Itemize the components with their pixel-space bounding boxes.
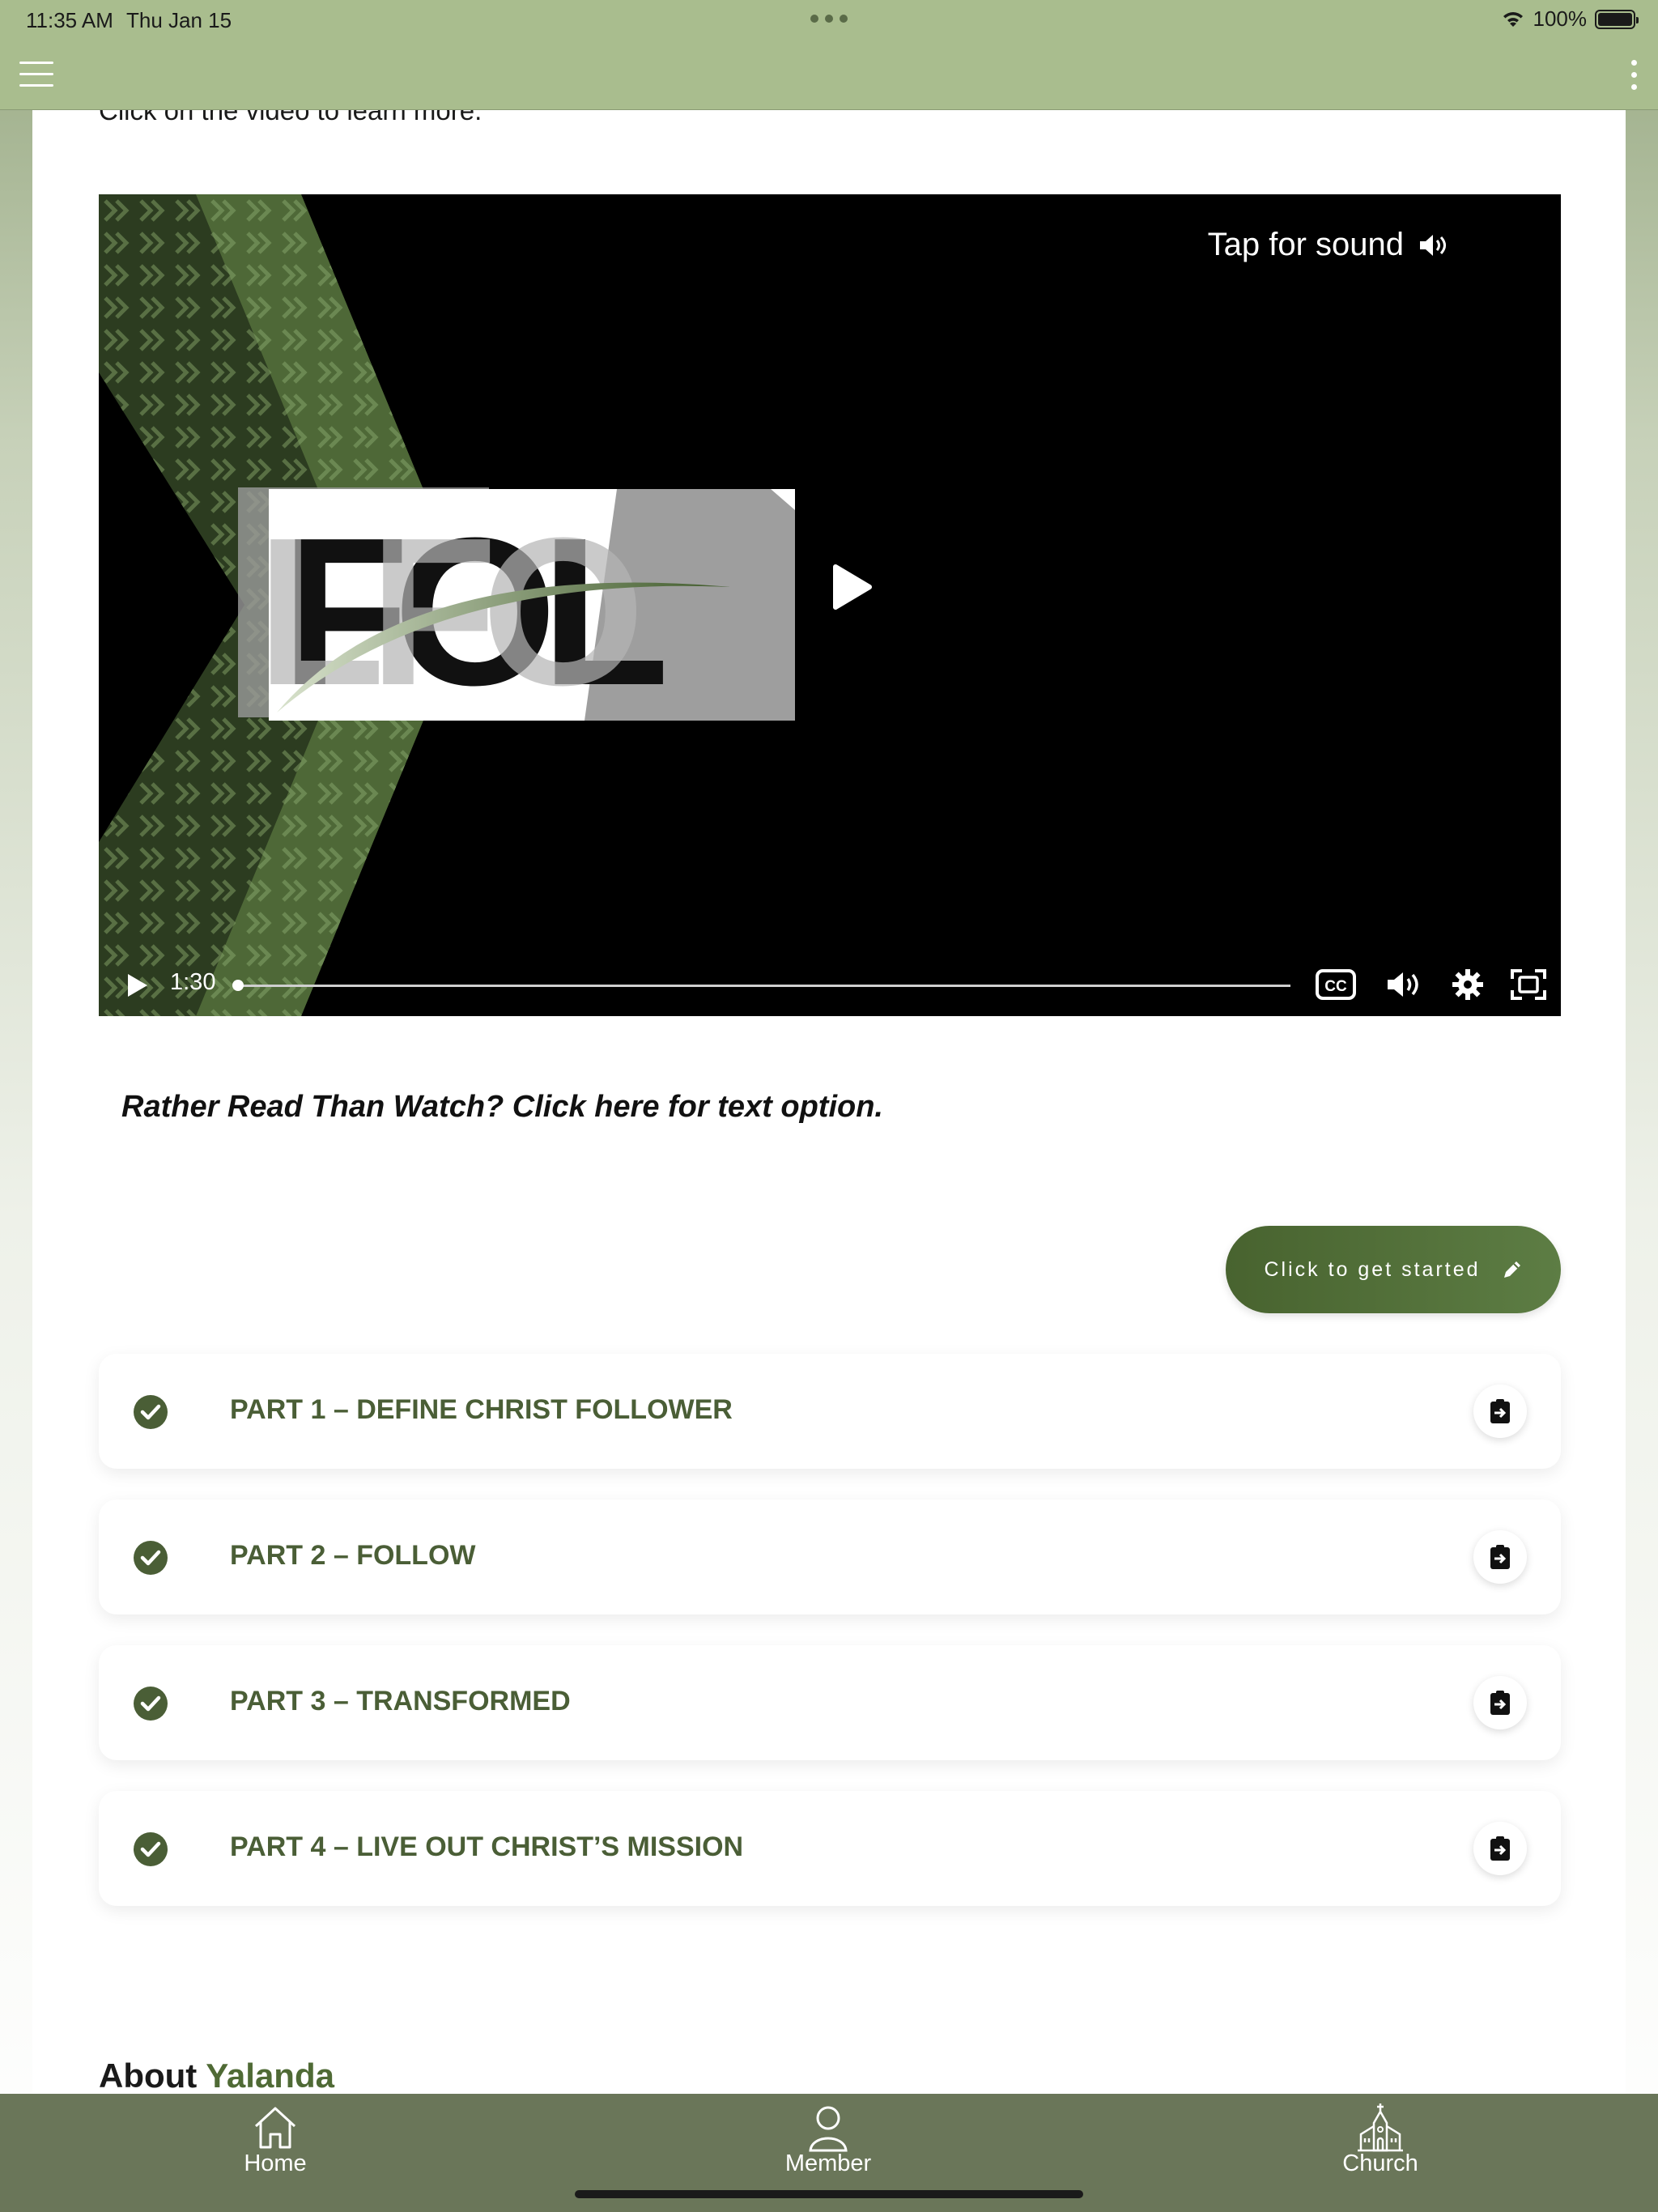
pencil-icon	[1503, 1261, 1520, 1278]
video-player[interactable]: FOL LFO Tap for sound 1:30	[99, 194, 1561, 1016]
speaker-icon	[1420, 234, 1446, 256]
video-progress-bar[interactable]	[232, 980, 1290, 991]
check-circle-icon	[134, 1832, 168, 1866]
open-part-button[interactable]	[1473, 1530, 1527, 1584]
part-item-3[interactable]: PART 3 – TRANSFORMED	[99, 1645, 1561, 1760]
video-controls: 1:30 CC	[99, 955, 1561, 1016]
get-started-label: Click to get started	[1264, 1257, 1481, 1281]
open-part-button[interactable]	[1473, 1676, 1527, 1729]
part-title: PART 2 – FOLLOW	[230, 1540, 476, 1571]
about-prefix: About	[99, 2057, 198, 2094]
wifi-icon	[1503, 11, 1523, 27]
about-name: Yalanda	[206, 2057, 334, 2094]
text-option-link[interactable]: Rather Read Than Watch? Click here for t…	[121, 1090, 883, 1125]
status-bar: 11:35 AM Thu Jan 15 100%	[0, 0, 1658, 39]
open-part-button[interactable]	[1473, 1385, 1527, 1438]
app-header	[0, 39, 1658, 110]
clipboard-arrow-icon	[1490, 1691, 1510, 1715]
tab-home[interactable]: Home	[194, 2094, 356, 2191]
tab-member-label: Member	[784, 2150, 872, 2176]
tab-church[interactable]: Church	[1299, 2094, 1461, 2191]
about-heading: About Yalanda	[99, 2057, 334, 2094]
church-icon	[1358, 2104, 1403, 2152]
check-circle-icon	[134, 1395, 168, 1429]
video-time: 1:30	[170, 969, 216, 995]
tab-member[interactable]: Member	[747, 2094, 909, 2191]
kebab-icon[interactable]	[1627, 58, 1640, 92]
part-title: PART 3 – TRANSFORMED	[230, 1686, 571, 1716]
status-indicators: 100%	[1501, 6, 1639, 32]
tap-for-sound-button[interactable]: Tap for sound	[1208, 227, 1448, 263]
part-item-1[interactable]: PART 1 – DEFINE CHRIST FOLLOWER	[99, 1354, 1561, 1469]
part-item-4[interactable]: PART 4 – LIVE OUT CHRIST’S MISSION	[99, 1791, 1561, 1906]
tap-for-sound-label: Tap for sound	[1207, 227, 1404, 262]
check-circle-icon	[134, 1541, 168, 1575]
multitasking-dots-icon[interactable]	[810, 15, 848, 24]
play-icon[interactable]	[803, 542, 892, 632]
check-circle-icon	[134, 1687, 168, 1721]
volume-icon[interactable]	[1386, 969, 1422, 1000]
home-icon	[254, 2107, 296, 2149]
content-card: Click on the video to learn more. FOL	[32, 110, 1626, 2094]
play-small-icon[interactable]	[123, 971, 151, 1000]
member-icon	[809, 2106, 848, 2152]
progress-knob[interactable]	[232, 980, 244, 991]
hamburger-icon[interactable]	[19, 58, 55, 91]
fullscreen-icon[interactable]	[1509, 968, 1548, 1002]
clipboard-arrow-icon	[1490, 1399, 1510, 1423]
battery-icon	[1595, 9, 1639, 29]
status-time: 11:35 AM	[26, 8, 113, 32]
battery-percent: 100%	[1533, 6, 1588, 31]
settings-icon[interactable]	[1451, 968, 1485, 1002]
open-part-button[interactable]	[1473, 1822, 1527, 1875]
svg-text:CC: CC	[1324, 978, 1347, 995]
intro-text: Click on the video to learn more.	[99, 110, 483, 125]
part-item-2[interactable]: PART 2 – FOLLOW	[99, 1499, 1561, 1614]
tab-home-label: Home	[244, 2150, 307, 2176]
tab-church-label: Church	[1342, 2150, 1418, 2176]
clipboard-arrow-icon	[1490, 1836, 1510, 1861]
clipboard-arrow-icon	[1490, 1545, 1510, 1569]
status-date: Thu Jan 15	[126, 8, 232, 32]
part-title: PART 1 – DEFINE CHRIST FOLLOWER	[230, 1394, 733, 1425]
get-started-button[interactable]: Click to get started	[1226, 1226, 1561, 1313]
part-title: PART 4 – LIVE OUT CHRIST’S MISSION	[230, 1831, 744, 1862]
closed-captions-icon[interactable]: CC	[1315, 968, 1357, 1002]
home-indicator[interactable]	[575, 2190, 1083, 2198]
